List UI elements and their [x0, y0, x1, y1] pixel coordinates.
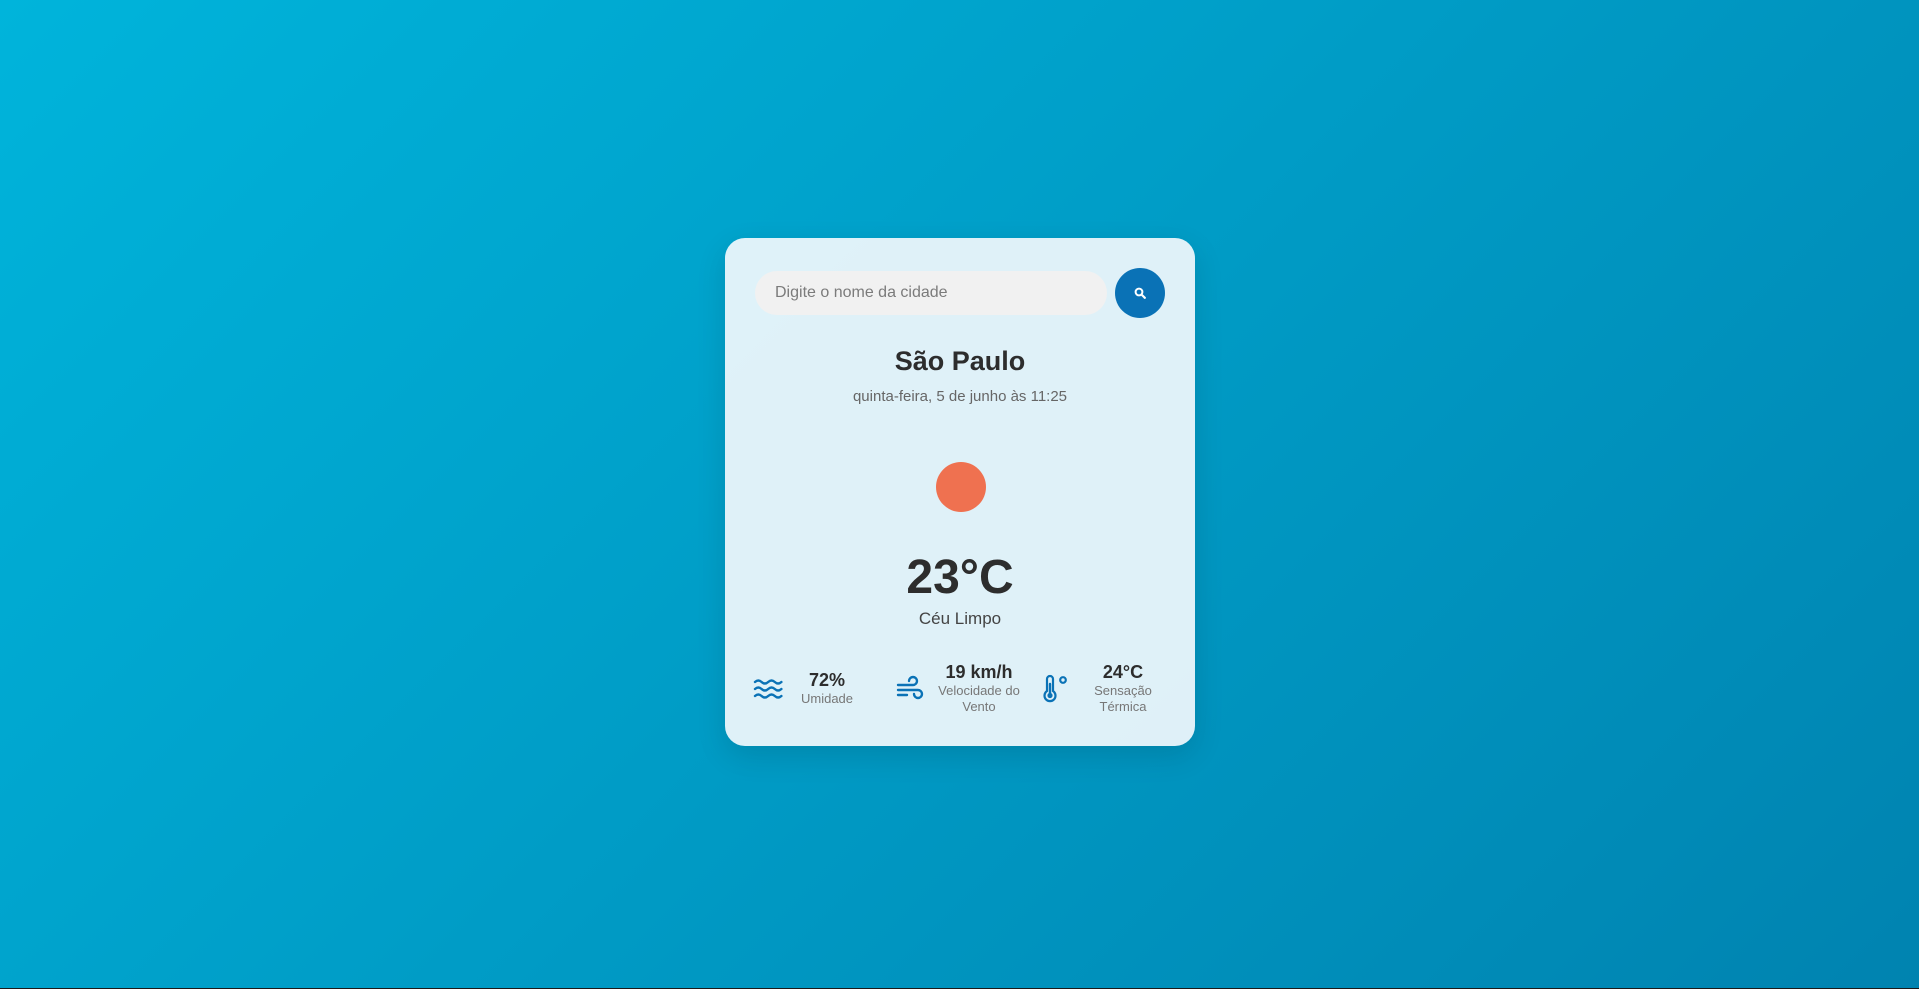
humidity-detail: 72% Umidade	[753, 670, 863, 707]
city-name: São Paulo	[894, 346, 1026, 376]
search-button[interactable]	[1115, 268, 1165, 318]
sun-icon	[936, 462, 986, 512]
wind-value: 19 km/h	[945, 662, 1013, 682]
thermometer-icon	[1040, 674, 1068, 704]
wind-label: Velocidade do Vento	[938, 683, 1020, 714]
wind-icon	[896, 675, 924, 703]
feels-like-value: 24°C	[1102, 662, 1144, 682]
wind-detail: 19 km/h Velocidade do Vento	[896, 662, 1028, 715]
water-waves-icon	[753, 678, 783, 700]
humidity-value: 72%	[808, 670, 846, 690]
humidity-text: 72% Umidade	[791, 670, 863, 707]
feels-like-detail: 24°C Sensação Térmica	[1040, 662, 1163, 715]
humidity-label: Umidade	[800, 691, 854, 706]
feels-like-label: Sensação Térmica	[1094, 683, 1152, 714]
search-bar	[755, 268, 1165, 318]
weather-card: São Paulo quinta-feira, 5 de junho às 11…	[725, 238, 1195, 746]
wind-text: 19 km/h Velocidade do Vento	[930, 662, 1028, 715]
date-time: quinta-feira, 5 de junho às 11:25	[852, 388, 1068, 405]
feels-like-text: 24°C Sensação Térmica	[1083, 662, 1163, 715]
search-input[interactable]	[755, 271, 1107, 315]
search-icon	[1134, 287, 1146, 299]
temperature: 23°C	[906, 551, 1014, 604]
weather-description: Céu Limpo	[918, 609, 1002, 628]
